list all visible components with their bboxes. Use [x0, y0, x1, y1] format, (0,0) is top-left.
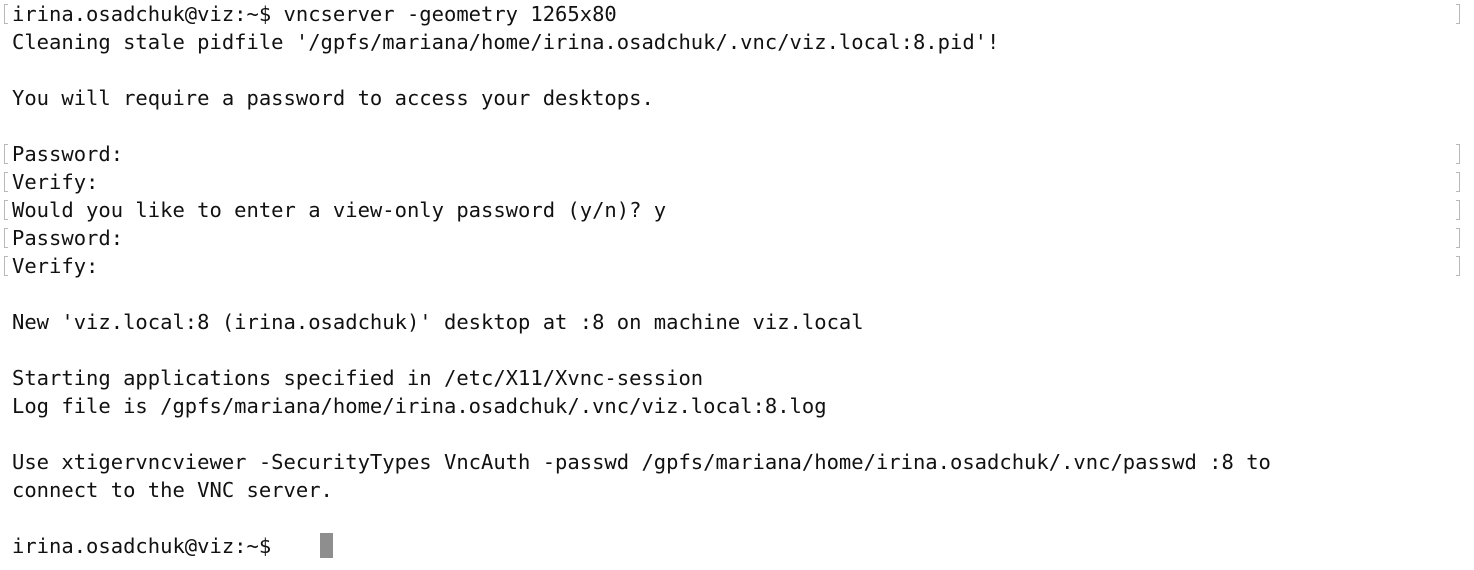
terminal-line-prompt: irina.osadchuk@viz:~$ — [12, 534, 284, 558]
terminal-window[interactable]: irina.osadchuk@viz:~$ vncserver -geometr… — [0, 0, 1474, 570]
terminal-line-command: irina.osadchuk@viz:~$ vncserver -geometr… — [12, 2, 617, 26]
terminal-line-view-only-prompt: Would you like to enter a view-only pass… — [12, 198, 667, 222]
terminal-line-verify-prompt: Verify: — [12, 170, 99, 194]
line-mark-left — [4, 4, 8, 24]
line-mark-left — [4, 172, 8, 192]
line-mark-right — [1456, 256, 1460, 276]
terminal-line-output: Cleaning stale pidfile '/gpfs/mariana/ho… — [12, 30, 1000, 54]
line-mark-right — [1456, 4, 1460, 24]
terminal-line-verify-prompt: Verify: — [12, 254, 99, 278]
terminal-line-output: Use xtigervncviewer -SecurityTypes VncAu… — [12, 450, 1271, 474]
terminal-line-password-prompt: Password: — [12, 226, 124, 250]
terminal-line-password-prompt: Password: — [12, 142, 124, 166]
terminal-line-output: connect to the VNC server. — [12, 478, 333, 502]
line-mark-left — [4, 144, 8, 164]
line-mark-right — [1456, 200, 1460, 220]
terminal-line-output: New 'viz.local:8 (irina.osadchuk)' deskt… — [12, 310, 864, 334]
line-mark-right — [1456, 172, 1460, 192]
line-mark-left — [4, 200, 8, 220]
line-mark-right — [1456, 228, 1460, 248]
line-mark-left — [4, 256, 8, 276]
line-mark-right — [1456, 144, 1460, 164]
terminal-cursor — [320, 533, 333, 558]
terminal-line-output: Starting applications specified in /etc/… — [12, 366, 704, 390]
terminal-line-output: Log file is /gpfs/mariana/home/irina.osa… — [12, 394, 827, 418]
line-mark-left — [4, 228, 8, 248]
terminal-line-output: You will require a password to access yo… — [12, 86, 654, 110]
